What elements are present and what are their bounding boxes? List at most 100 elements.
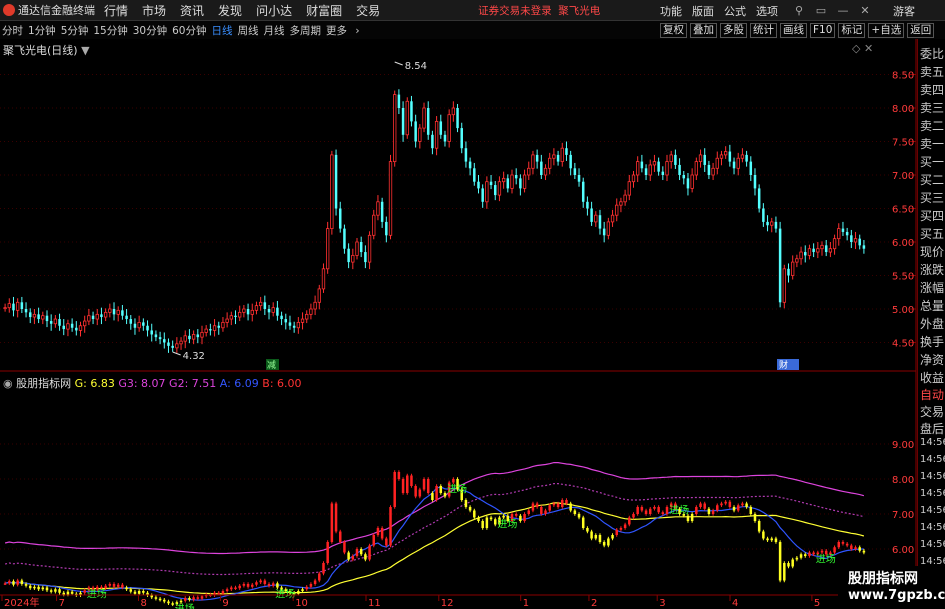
candle-body: [598, 215, 602, 229]
ind-bar-body: [221, 591, 225, 594]
candle-body: [410, 101, 413, 122]
candle-body: [732, 161, 736, 169]
ind-bar-body: [426, 479, 430, 493]
diamond-icon[interactable]: ◇: [852, 42, 860, 55]
candle-body: [715, 157, 719, 169]
chevron-circle-icon[interactable]: ▼: [81, 44, 89, 57]
ind-bar-body: [3, 583, 7, 585]
ind-bar-body: [720, 503, 723, 506]
candle-body: [53, 318, 58, 325]
candle-body: [142, 322, 145, 326]
candle-body: [125, 315, 128, 320]
ind-bar-body: [464, 500, 468, 507]
candle-body: [782, 268, 786, 303]
candle-body: [694, 161, 698, 176]
candle-body: [820, 244, 824, 250]
indicator-value-3: A: 6.09: [216, 377, 259, 390]
chart-area[interactable]: 8.50 8.00 7.50 7.00 6.50 6.00 5.50 5.00 4.50 9.0…: [0, 0, 945, 609]
main-y-tick-2: 7.50: [892, 138, 914, 149]
candle-body: [179, 340, 183, 345]
candle-body: [242, 308, 246, 313]
candle-body: [24, 309, 28, 313]
ind-bar-body: [749, 507, 753, 514]
ind-bar-body: [653, 507, 656, 509]
quote-item-0: 委比: [920, 47, 945, 61]
quote-item-11: 现价: [920, 245, 945, 259]
main-chart-controls: ◇ ✕: [852, 42, 873, 55]
ind-bar-body: [611, 535, 614, 539]
ind-bar-body: [640, 507, 644, 511]
ind-bar-body: [552, 503, 556, 506]
indicator-header: ◉ 股朋指标网 G: 6.83 G3: 8.07 G2: 7.51 A: 6.0…: [3, 375, 302, 391]
candle-body: [678, 164, 681, 175]
candle-body: [451, 107, 456, 116]
ind-bar-body: [372, 535, 376, 546]
indicator-value-0: G: 6.83: [74, 377, 115, 390]
ind-bar-body: [531, 503, 535, 511]
candle-body: [619, 201, 623, 206]
ind-bar-body: [439, 486, 443, 493]
x-tick-label-8: 2: [591, 598, 597, 609]
main-y-tick-0: 8.50: [892, 71, 914, 82]
candle-body: [552, 154, 556, 159]
indicator-value-1: G3: 8.07: [114, 377, 166, 390]
candle-body: [196, 334, 200, 338]
ind-bar-body: [657, 507, 660, 513]
ind-bar-body: [414, 486, 417, 497]
ind-bar-body: [305, 586, 308, 590]
candle-body: [271, 307, 275, 313]
candle-body: [175, 343, 179, 349]
ind-bar-body: [502, 515, 505, 518]
ind-bar-body: [753, 514, 757, 521]
ind-bar-body: [192, 597, 195, 600]
close-panel-icon[interactable]: ✕: [864, 42, 873, 55]
ind-bar-body: [791, 559, 794, 567]
candle-body: [736, 157, 740, 169]
candle-body: [778, 228, 782, 303]
candle-body: [439, 121, 443, 135]
candle-body: [590, 208, 593, 222]
ind-bar-body: [586, 528, 589, 532]
ind-bar-body: [602, 542, 606, 546]
reduce-marker: 减: [267, 359, 276, 371]
ind-bar-body: [171, 603, 174, 605]
ind-bar-body: [343, 542, 346, 553]
ind-bar-body: [770, 538, 773, 541]
candle-body: [510, 174, 514, 189]
candle-body: [385, 221, 388, 236]
candle-body: [464, 148, 468, 162]
ind-bar-body: [711, 510, 715, 514]
after-hours-label[interactable]: 盘后: [920, 420, 944, 437]
ind-bar-body: [477, 517, 480, 521]
candle-body: [292, 325, 296, 328]
low-label: 4.32: [183, 351, 205, 362]
candle-body: [724, 151, 728, 156]
quote-item-10: 买五: [920, 227, 945, 241]
candle-body: [602, 228, 606, 236]
candle-body: [401, 108, 405, 135]
auto-label[interactable]: 自动: [920, 386, 944, 403]
indicator-lines: [4, 462, 865, 601]
candle-body: [422, 107, 426, 129]
ind-bar-body: [581, 517, 585, 528]
candle-body: [28, 312, 32, 318]
quote-item-16: 换手: [920, 335, 945, 349]
candle-body: [108, 308, 112, 313]
ind-bar-body: [62, 592, 66, 595]
candle-body: [380, 201, 384, 222]
ind-bar-body: [267, 584, 271, 586]
ind-bar-body: [347, 552, 350, 560]
ind-bar-body: [757, 521, 761, 532]
trade-label[interactable]: 交易: [920, 403, 944, 420]
candle-body: [669, 154, 673, 162]
indicator-toggle-icon[interactable]: ◉: [3, 377, 13, 390]
ind-bar-body: [137, 591, 141, 594]
candle-body: [305, 313, 309, 320]
ind-bar-body: [49, 590, 53, 592]
ind-bar-body: [431, 493, 434, 500]
candle-body: [803, 252, 807, 256]
ind-bar-body: [762, 531, 765, 539]
main-y-tick-1: 8.00: [892, 104, 914, 115]
ind-bar-body: [309, 584, 313, 587]
candle-body: [41, 315, 45, 320]
